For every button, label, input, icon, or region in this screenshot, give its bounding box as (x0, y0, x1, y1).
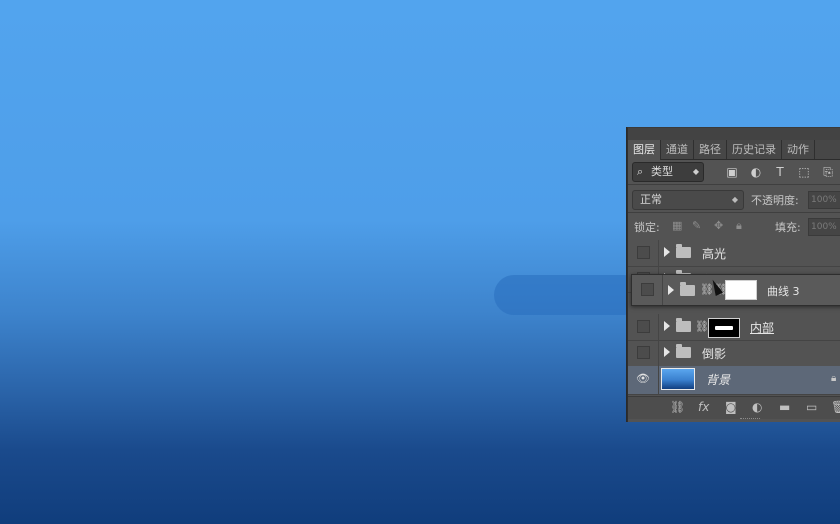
layer-name: 背景 (706, 373, 731, 387)
tab-layers[interactable]: 图层 (628, 140, 661, 160)
layer-row-highlight[interactable]: 高光 (628, 240, 840, 267)
divider (658, 366, 659, 394)
divider (658, 314, 659, 340)
layer-mask-thumbnail (725, 280, 757, 300)
expand-arrow-icon[interactable] (664, 321, 670, 331)
delete-icon[interactable]: 🗑︎ (831, 400, 840, 414)
lock-all-icon[interactable]: 🔒︎ (736, 220, 742, 232)
filter-kind-select[interactable]: ⌕ 类型 ◆ (632, 162, 704, 182)
layer-name: 高光 (702, 247, 727, 261)
lock-transparent-icon[interactable]: ▦ (672, 220, 682, 232)
lock-icon: 🔒︎ (831, 373, 837, 384)
divider (628, 212, 840, 213)
select-arrows-icon: ◆ (731, 195, 738, 204)
fx-icon[interactable]: fx (698, 400, 709, 414)
folder-icon (676, 318, 691, 332)
layer-row-reflection[interactable]: 倒影 (628, 340, 840, 367)
blend-mode-value: 正常 (640, 193, 662, 206)
lock-brush-icon[interactable]: ✎ (692, 220, 701, 232)
folder-icon (676, 244, 691, 258)
divider (628, 184, 840, 185)
resize-grip[interactable] (740, 418, 760, 422)
tab-history[interactable]: 历史记录 (727, 140, 782, 159)
panel-bottom-bar: ⛓ fx ◙ ◐ ▬ ▭ 🗑︎ (628, 396, 840, 419)
search-icon: ⌕ (637, 165, 644, 178)
smart-object-filter-icon[interactable]: ⎘ (816, 164, 840, 180)
divider (658, 240, 659, 266)
link-layers-icon[interactable]: ⛓ (670, 400, 685, 414)
filter-icons: ▣ ◐ T ⬚ ⎘ (720, 164, 840, 180)
expand-arrow-icon[interactable] (664, 347, 670, 357)
visibility-toggle[interactable] (637, 246, 650, 259)
blend-row: 正常 ◆ 不透明度: 100% (628, 186, 840, 212)
layer-name: 倒影 (702, 347, 727, 361)
lock-row: 锁定: ▦ ✎ ✥ 🔒︎ 填充: 100% (628, 214, 840, 238)
filter-row: ⌕ 类型 ◆ ▣ ◐ T ⬚ ⎘ (628, 160, 840, 184)
layer-list: 高光 瓶子 ⛓ 内部 倒影 👁︎ (628, 240, 840, 396)
mask-shape (715, 326, 733, 330)
panel-title-bar[interactable] (628, 128, 840, 140)
layer-thumbnail (661, 368, 695, 390)
divider (658, 340, 659, 366)
panel-tabs: 图层 通道 路径 历史记录 动作 (628, 140, 840, 160)
filter-kind-label: 类型 (651, 165, 673, 178)
shape-filter-icon[interactable]: ⬚ (792, 164, 816, 180)
tab-channels[interactable]: 通道 (661, 140, 694, 159)
expand-arrow-icon[interactable] (664, 247, 670, 257)
opacity-label: 不透明度: (751, 194, 799, 207)
visibility-toggle[interactable] (641, 283, 654, 296)
layer-name: 内部 (750, 321, 775, 335)
visibility-toggle[interactable] (637, 346, 650, 359)
type-filter-icon[interactable]: T (768, 164, 792, 180)
layer-row-background[interactable]: 👁︎ 背景 🔒︎ (628, 366, 840, 395)
image-filter-icon[interactable]: ▣ (720, 164, 744, 180)
chain-link-icon[interactable]: ⛓ (695, 321, 709, 333)
opacity-input[interactable]: 100% (808, 191, 840, 209)
layer-row-inner[interactable]: ⛓ 内部 (628, 314, 840, 341)
lock-position-icon[interactable]: ✥ (714, 220, 723, 232)
lock-label: 锁定: (634, 221, 660, 234)
select-arrows-icon: ◆ (692, 167, 699, 176)
dragging-layer-row[interactable]: ⛓ ⛓ 曲线 3 (631, 274, 840, 306)
blend-mode-select[interactable]: 正常 ◆ (632, 190, 744, 210)
new-layer-icon[interactable]: ▭ (806, 400, 817, 414)
folder-icon (680, 282, 695, 296)
layer-name: 曲线 3 (767, 285, 800, 298)
add-mask-icon[interactable]: ◙ (725, 400, 737, 414)
adjustment-filter-icon[interactable]: ◐ (744, 164, 768, 180)
eye-icon[interactable]: 👁︎ (636, 373, 650, 385)
divider (662, 275, 663, 305)
drag-ghost-shape (494, 275, 644, 315)
layer-mask-thumbnail[interactable] (708, 318, 740, 338)
fill-input[interactable]: 100% (808, 218, 840, 236)
tab-paths[interactable]: 路径 (694, 140, 727, 159)
expand-arrow-icon (668, 285, 674, 295)
adjustment-layer-icon[interactable]: ◐ (752, 400, 762, 414)
folder-icon (676, 344, 691, 358)
visibility-toggle[interactable] (637, 320, 650, 333)
fill-label: 填充: (775, 221, 801, 234)
tab-actions[interactable]: 动作 (782, 140, 815, 159)
new-group-icon[interactable]: ▬ (779, 400, 790, 414)
